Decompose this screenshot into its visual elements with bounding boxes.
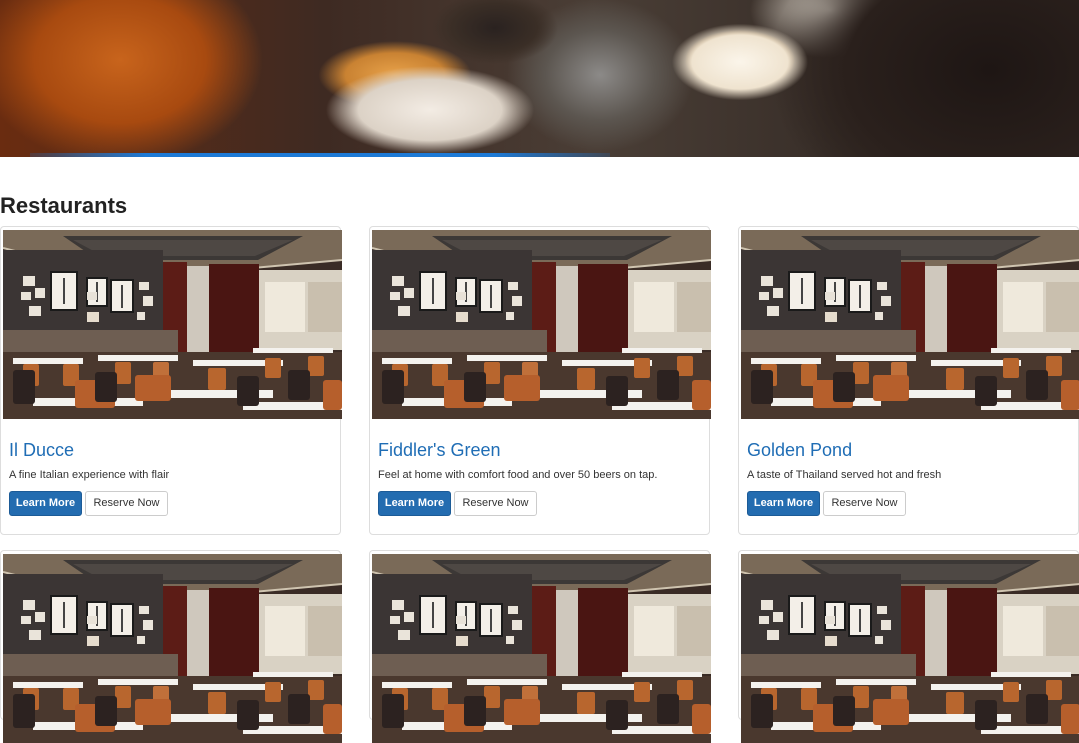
learn-more-button[interactable]: Learn More bbox=[747, 491, 820, 516]
restaurant-description: A taste of Thailand served hot and fresh bbox=[747, 469, 942, 481]
restaurant-name[interactable]: Golden Pond bbox=[747, 440, 852, 461]
restaurant-card: Golden Pond A taste of Thailand served h… bbox=[738, 226, 1079, 535]
reserve-now-button[interactable]: Reserve Now bbox=[85, 491, 168, 516]
reserve-now-button[interactable]: Reserve Now bbox=[823, 491, 906, 516]
restaurant-card bbox=[0, 550, 342, 743]
restaurant-name[interactable]: Il Ducce bbox=[9, 440, 74, 461]
hero-image bbox=[0, 0, 1079, 157]
restaurant-card bbox=[369, 550, 711, 743]
restaurant-name[interactable]: Fiddler's Green bbox=[378, 440, 500, 461]
hero-accent-bar bbox=[30, 153, 610, 157]
learn-more-button[interactable]: Learn More bbox=[378, 491, 451, 516]
reserve-now-button[interactable]: Reserve Now bbox=[454, 491, 537, 516]
restaurant-photo bbox=[741, 230, 1079, 419]
page-title: Restaurants bbox=[0, 193, 128, 218]
restaurant-card: Il Ducce A fine Italian experience with … bbox=[0, 226, 342, 535]
learn-more-button[interactable]: Learn More bbox=[9, 491, 82, 516]
restaurant-description: A fine Italian experience with flair bbox=[9, 469, 170, 481]
restaurant-card bbox=[738, 550, 1079, 743]
restaurant-photo bbox=[3, 230, 342, 419]
restaurant-card: Fiddler's Green Feel at home with comfor… bbox=[369, 226, 711, 535]
restaurant-description: Feel at home with comfort food and over … bbox=[378, 469, 658, 481]
restaurant-photo bbox=[372, 230, 711, 419]
